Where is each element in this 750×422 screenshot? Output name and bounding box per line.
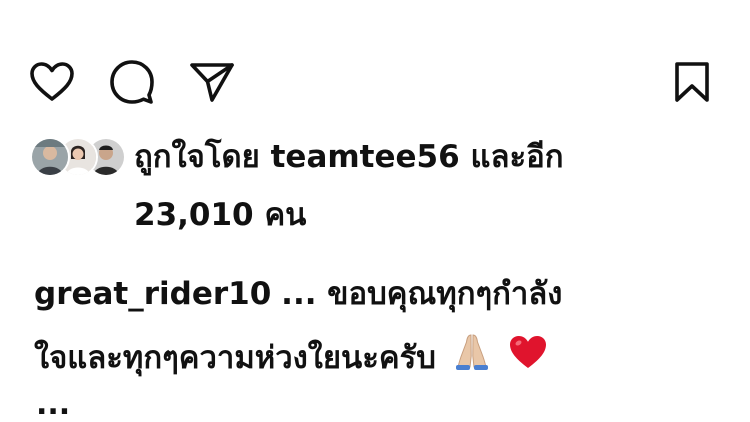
speech-bubble-icon [110, 60, 154, 104]
save-button[interactable] [668, 58, 716, 106]
post-action-bar [0, 58, 750, 106]
paper-plane-icon [190, 63, 234, 102]
bookmark-icon [675, 62, 709, 102]
post-caption: great_rider10 ... ขอบคุณทุกๆกำลัง ใจและท… [34, 262, 724, 390]
likes-unit: คน [264, 197, 307, 233]
likes-connector: และอีก [470, 139, 564, 175]
more-comments-indicator[interactable]: ... [36, 390, 70, 420]
likes-count: 23,010 [134, 197, 254, 233]
caption-text-1: ... ขอบคุณทุกๆกำลัง [281, 276, 563, 312]
like-button[interactable] [28, 58, 76, 106]
liker-avatars[interactable] [30, 137, 126, 177]
caption-line-1: great_rider10 ... ขอบคุณทุกๆกำลัง [34, 262, 724, 326]
likes-count-line[interactable]: 23,010 คน [134, 186, 306, 244]
comment-button[interactable] [108, 58, 156, 106]
heart-icon [30, 62, 74, 101]
share-button[interactable] [188, 58, 236, 106]
red-heart-icon [508, 328, 548, 392]
likes-line-1: ถูกใจโดย teamtee56 และอีก [134, 128, 724, 186]
caption-username[interactable]: great_rider10 [34, 276, 271, 312]
folded-hands-icon [454, 328, 490, 392]
caption-text-2: ใจและทุกๆความห่วงใยนะครับ [34, 340, 436, 376]
avatar [30, 137, 70, 177]
caption-line-2: ใจและทุกๆความห่วงใยนะครับ [34, 326, 724, 390]
liked-by-prefix: ถูกใจโดย [134, 139, 260, 175]
liker-username[interactable]: teamtee56 [271, 139, 460, 175]
